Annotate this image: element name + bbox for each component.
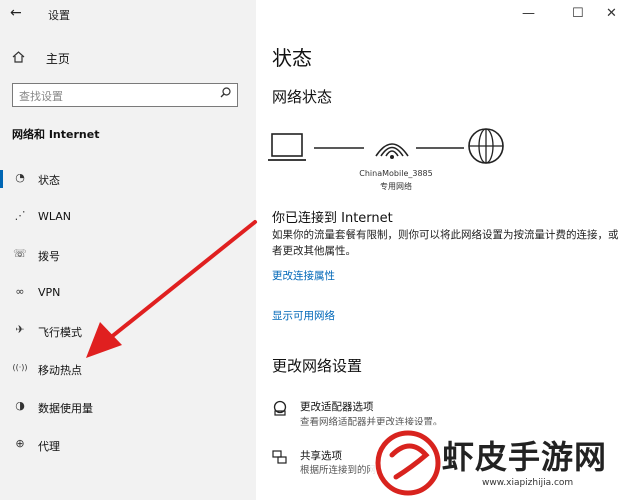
watermark-text: 虾皮手游网: [442, 438, 608, 476]
watermark-url: www.xiapizhijia.com: [482, 478, 574, 488]
